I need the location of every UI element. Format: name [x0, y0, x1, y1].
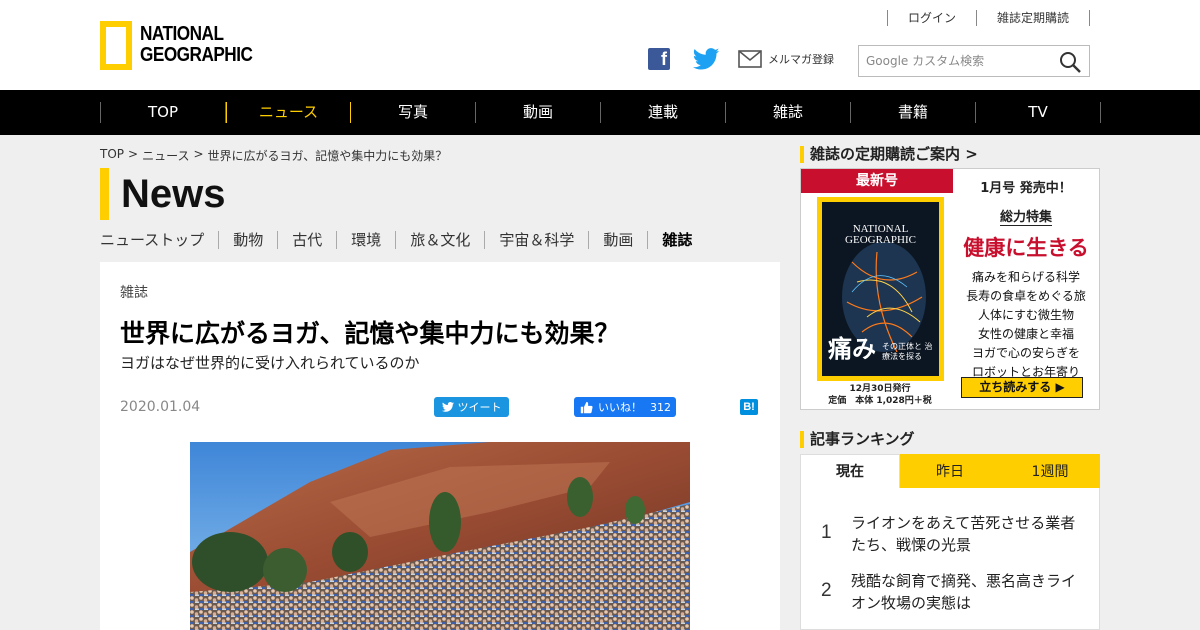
chevron-right-icon: > [128, 147, 139, 161]
mail-icon [738, 50, 762, 68]
subnav-magazine[interactable]: 雑誌 [647, 231, 706, 249]
search-icon[interactable] [1059, 51, 1081, 73]
yellow-border-icon [100, 20, 132, 70]
tab-yesterday[interactable]: 昨日 [900, 454, 1000, 488]
mail-label: メルマガ登録 [768, 53, 834, 66]
topic-item: 痛みを和らげる科学 [971, 270, 1080, 284]
magazine-promo[interactable]: 最新号 NATIONAL GEOGRAPHIC 痛み その正体と 治療法を探る … [800, 168, 1100, 410]
article-date: 2020.01.04 [120, 399, 201, 415]
breadcrumb-top[interactable]: TOP [100, 147, 124, 164]
latest-issue-label: 最新号 [801, 169, 953, 193]
subnav-video[interactable]: 動画 [588, 231, 647, 249]
cover-headline: 痛み [828, 335, 876, 363]
hatena-bookmark-icon[interactable]: B! [740, 399, 758, 415]
publish-info: 12月30日発行 定価 本体 1,028円＋税 [828, 384, 932, 406]
list-item[interactable]: 1 ライオンをあえて苦死させる業者たち、戦慄の光景 [821, 512, 1079, 556]
subscribe-link[interactable]: 雑誌定期購読 [975, 10, 1090, 26]
nav-top[interactable]: TOP [101, 102, 226, 123]
nav-magazine[interactable]: 雑誌 [726, 102, 851, 123]
nav-news[interactable]: ニュース [226, 102, 351, 123]
nav-books[interactable]: 書籍 [851, 102, 976, 123]
logo-text: NATIONAL GEOGRAPHIC [140, 23, 253, 66]
search-input[interactable] [866, 47, 1056, 75]
subscription-heading[interactable]: 雑誌の定期購読ご案内 > [800, 146, 978, 163]
article-subhead: ヨガはなぜ世界的に受け入れられているのか [120, 354, 420, 372]
article-card: 雑誌 世界に広がるヨガ、記憶や集中力にも効果？ ヨガはなぜ世界的に受け入れられて… [100, 262, 780, 630]
topic-item: 女性の健康と幸福 [977, 327, 1074, 341]
site-header: NATIONAL GEOGRAPHIC ログイン 雑誌定期購読 f メルマガ登録 [0, 0, 1200, 90]
article-category: 雑誌 [120, 285, 148, 301]
newsletter-link[interactable]: メルマガ登録 [738, 50, 834, 68]
nav-video[interactable]: 動画 [476, 102, 601, 123]
social-links: f メルマガ登録 [648, 48, 834, 70]
chevron-right-icon: > [193, 147, 204, 161]
breadcrumb-news[interactable]: ニュース [142, 147, 189, 164]
thumbs-up-icon [580, 401, 593, 413]
like-count: 312 [650, 400, 671, 414]
subnav-space-science[interactable]: 宇宙＆科学 [484, 231, 588, 249]
tweet-button[interactable]: ツイート [434, 397, 509, 417]
facebook-icon[interactable]: f [648, 48, 670, 70]
breadcrumb-current: 世界に広がるヨガ、記憶や集中力にも効果？ [207, 149, 448, 163]
subnav-environment[interactable]: 環境 [336, 231, 395, 249]
topic-item: ヨガで心の安らぎを [971, 346, 1080, 360]
topic-list: 痛みを和らげる科学 長寿の食卓をめぐる旅 人体にすむ微生物 女性の健康と幸福 ヨ… [953, 268, 1099, 382]
subnav-travel-culture[interactable]: 旅＆文化 [395, 231, 484, 249]
topic-item: 長寿の食卓をめぐる旅 [966, 289, 1086, 303]
facebook-like-button[interactable]: いいね！ 312 [574, 397, 676, 417]
article-photo [190, 442, 690, 630]
rank-title: 残酷な飼育で摘発、悪名高きライオン牧場の実態は [851, 572, 1077, 612]
like-label: いいね！ [598, 401, 642, 414]
read-sample-button[interactable]: 立ち読みする ▶ [961, 377, 1083, 398]
nav-photo[interactable]: 写真 [351, 102, 476, 123]
tweet-label: ツイート [457, 401, 502, 414]
subnav-news-top[interactable]: ニューストップ [100, 231, 218, 249]
cover-title: NATIONAL GEOGRAPHIC [845, 223, 916, 246]
subnav-animals[interactable]: 動物 [218, 231, 277, 249]
nav-series[interactable]: 連載 [601, 102, 726, 123]
nav-tv[interactable]: TV [976, 102, 1101, 123]
list-item[interactable]: 2 残酷な飼育で摘発、悪名高きライオン牧場の実態は [821, 570, 1079, 614]
section-title: News [100, 168, 226, 220]
ranking-heading: 記事ランキング [800, 431, 915, 448]
subnav-ancient[interactable]: 古代 [277, 231, 336, 249]
ranking-list: 1 ライオンをあえて苦死させる業者たち、戦慄の光景 2 残酷な飼育で摘発、悪名高… [800, 488, 1100, 630]
rank-number: 2 [821, 580, 832, 601]
ranking-tabs: 現在 昨日 1週間 [800, 454, 1100, 488]
tab-week[interactable]: 1週間 [1000, 454, 1100, 488]
topic-item: 人体にすむ微生物 [977, 308, 1075, 322]
feature-title: 健康に生きる [963, 236, 1089, 260]
twitter-bird-icon [441, 402, 454, 412]
rank-number: 1 [821, 522, 832, 543]
news-subnav: ニューストップ 動物 古代 環境 旅＆文化 宇宙＆科学 動画 雑誌 [100, 231, 706, 249]
breadcrumb: TOP > ニュース > 世界に広がるヨガ、記憶や集中力にも効果？ [100, 147, 447, 164]
promo-details: 1月号 発売中！ 総力特集 健康に生きる 痛みを和らげる科学 長寿の食卓をめぐる… [953, 169, 1099, 382]
article-headline: 世界に広がるヨガ、記憶や集中力にも効果？ [120, 319, 620, 348]
chevron-right-icon: > [965, 145, 978, 163]
twitter-icon[interactable] [692, 48, 720, 70]
magazine-cover[interactable]: NATIONAL GEOGRAPHIC 痛み その正体と 治療法を探る [817, 197, 944, 381]
feature-label: 総力特集 [999, 206, 1052, 226]
search-box [858, 45, 1090, 77]
nat-geo-logo[interactable]: NATIONAL GEOGRAPHIC [100, 20, 271, 70]
top-links: ログイン 雑誌定期購読 [886, 10, 1090, 26]
cover-subhead: その正体と 治療法を探る [882, 342, 933, 361]
tab-current[interactable]: 現在 [800, 454, 900, 488]
issue-label: 1月号 発売中！ [980, 181, 1072, 196]
main-nav: TOP ニュース 写真 動画 連載 雑誌 書籍 TV [0, 90, 1200, 135]
login-link[interactable]: ログイン [886, 10, 976, 26]
rank-title: ライオンをあえて苦死させる業者たち、戦慄の光景 [851, 514, 1076, 554]
